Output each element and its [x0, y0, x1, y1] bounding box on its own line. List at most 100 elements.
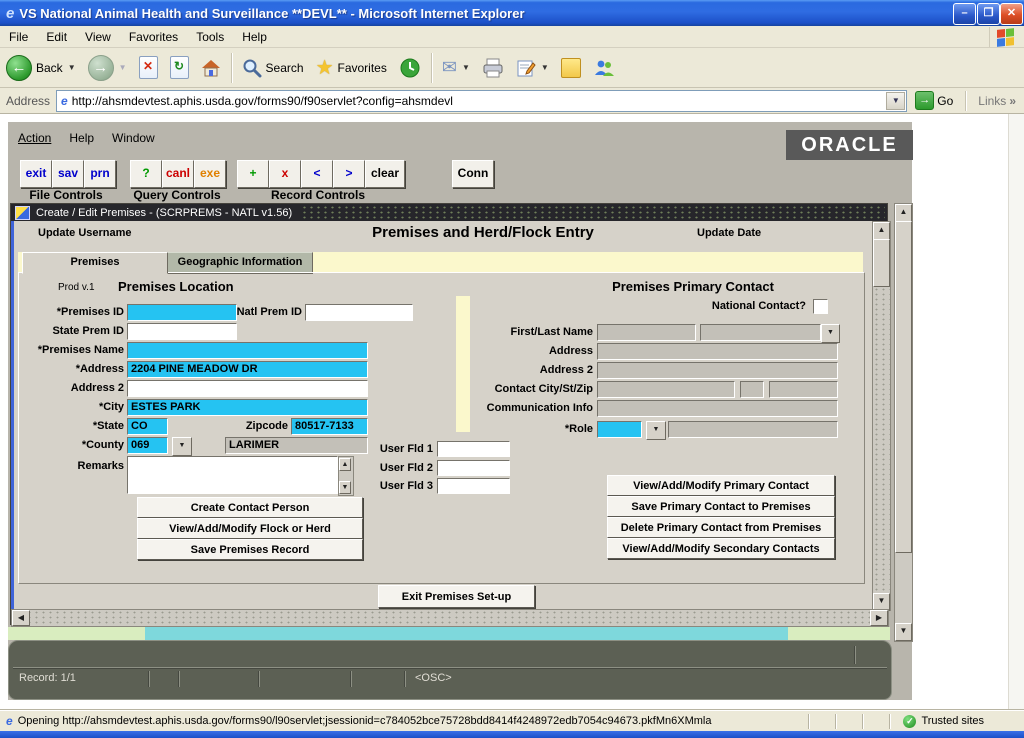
- edit-dropdown-icon[interactable]: ▼: [541, 63, 549, 72]
- menu-file[interactable]: File: [0, 27, 37, 47]
- restore-button[interactable]: ❐: [977, 3, 1000, 25]
- form-vertical-scrollbar[interactable]: ▲ ▼: [872, 221, 891, 611]
- address-dropdown-icon[interactable]: ▼: [886, 92, 905, 110]
- oracle-menu-window[interactable]: Window: [112, 131, 155, 145]
- stop-button[interactable]: ✕: [133, 54, 164, 81]
- mail-dropdown-icon[interactable]: ▼: [462, 63, 470, 72]
- applet-scroll-down-icon[interactable]: ▼: [895, 623, 912, 641]
- contact-last-name-field[interactable]: [700, 324, 821, 341]
- search-button[interactable]: Search: [236, 56, 310, 80]
- applet-bottom-scroll-strip[interactable]: [8, 627, 890, 640]
- record-next-button[interactable]: >: [333, 160, 365, 188]
- address2-field[interactable]: [127, 380, 368, 397]
- county-code-field[interactable]: 069: [127, 437, 168, 454]
- scroll-up-icon[interactable]: ▲: [873, 222, 890, 240]
- links-chevron-icon[interactable]: »: [1009, 94, 1016, 108]
- communication-info-field[interactable]: [597, 400, 838, 417]
- user-fld-2-field[interactable]: [437, 460, 510, 476]
- state-field[interactable]: CO: [127, 418, 168, 435]
- address-input[interactable]: e http://ahsmdevtest.aphis.usda.gov/form…: [56, 90, 907, 112]
- premises-name-field[interactable]: [127, 342, 368, 359]
- conn-button[interactable]: Conn: [452, 160, 494, 188]
- user-fld-3-field[interactable]: [437, 478, 510, 494]
- view-add-modify-primary-contact-button[interactable]: View/Add/Modify Primary Contact: [607, 475, 835, 496]
- remarks-field[interactable]: [127, 456, 338, 494]
- contact-state-field[interactable]: [740, 381, 764, 398]
- user-fld-1-field[interactable]: [437, 441, 510, 457]
- contact-city-field[interactable]: [597, 381, 735, 398]
- contact-address2-field[interactable]: [597, 362, 838, 379]
- address-field[interactable]: 2204 PINE MEADOW DR: [127, 361, 368, 378]
- menu-help[interactable]: Help: [233, 27, 276, 47]
- delete-primary-contact-button[interactable]: Delete Primary Contact from Premises: [607, 517, 835, 538]
- minimize-button[interactable]: –: [953, 3, 976, 25]
- city-field[interactable]: ESTES PARK: [127, 399, 368, 416]
- menu-view[interactable]: View: [76, 27, 120, 47]
- oracle-menu-action[interactable]: Action: [18, 131, 51, 145]
- exit-button[interactable]: exit: [20, 160, 52, 188]
- edit-button[interactable]: ▼: [510, 56, 555, 80]
- natl-prem-id-field[interactable]: [305, 304, 413, 321]
- mail-button[interactable]: ✉ ▼: [436, 55, 476, 80]
- role-dropdown-button[interactable]: ▼: [646, 421, 666, 440]
- query-execute-button[interactable]: exe: [194, 160, 226, 188]
- scroll-left-icon[interactable]: ◀: [12, 610, 30, 626]
- county-dropdown-button[interactable]: ▼: [172, 437, 192, 456]
- tab-geographic-information[interactable]: Geographic Information: [167, 252, 313, 274]
- contact-first-name-field[interactable]: [597, 324, 696, 341]
- query-cancel-button[interactable]: canl: [162, 160, 194, 188]
- record-delete-button[interactable]: x: [269, 160, 301, 188]
- premises-id-field[interactable]: [127, 304, 237, 321]
- applet-vscroll-thumb[interactable]: [895, 221, 912, 553]
- query-enter-button[interactable]: ?: [130, 160, 162, 188]
- oracle-logo: ORACLE: [786, 130, 913, 160]
- exit-premises-setup-button[interactable]: Exit Premises Set-up: [378, 585, 535, 608]
- vscroll-thumb[interactable]: [873, 239, 890, 287]
- remarks-scroll-up-icon[interactable]: ▲: [339, 458, 351, 471]
- record-clear-button[interactable]: clear: [365, 160, 405, 188]
- go-button[interactable]: → Go: [907, 91, 961, 110]
- record-add-button[interactable]: +: [237, 160, 269, 188]
- scroll-right-icon[interactable]: ▶: [870, 610, 888, 626]
- favorites-button[interactable]: ★ Favorites: [310, 53, 393, 82]
- home-button[interactable]: [195, 56, 227, 80]
- save-premises-record-button[interactable]: Save Premises Record: [137, 539, 363, 560]
- view-add-modify-flock-button[interactable]: View/Add/Modify Flock or Herd: [137, 518, 363, 539]
- save-primary-contact-button[interactable]: Save Primary Contact to Premises: [607, 496, 835, 517]
- remarks-scrollbar[interactable]: ▲ ▼: [338, 456, 354, 496]
- zipcode-field[interactable]: 80517-7133: [291, 418, 368, 435]
- print-record-button[interactable]: prn: [84, 160, 116, 188]
- strip-thumb[interactable]: [145, 627, 788, 640]
- menu-edit[interactable]: Edit: [37, 27, 76, 47]
- forward-button[interactable]: → ▼: [82, 53, 133, 83]
- tab-premises[interactable]: Premises: [22, 252, 168, 274]
- role-field[interactable]: [597, 421, 642, 438]
- form-window-titlebar[interactable]: Create / Edit Premises - (SCRPREMS - NAT…: [11, 204, 887, 221]
- notes-button[interactable]: [555, 56, 587, 80]
- create-contact-person-button[interactable]: Create Contact Person: [137, 497, 363, 518]
- menu-favorites[interactable]: Favorites: [120, 27, 187, 47]
- view-add-modify-secondary-contacts-button[interactable]: View/Add/Modify Secondary Contacts: [607, 538, 835, 559]
- history-button[interactable]: [393, 55, 427, 81]
- oracle-menu-help[interactable]: Help: [69, 131, 94, 145]
- applet-vertical-scrollbar[interactable]: ▲ ▼: [894, 203, 913, 642]
- national-contact-checkbox[interactable]: [813, 299, 828, 314]
- contact-zip-field[interactable]: [769, 381, 838, 398]
- applet-scroll-up-icon[interactable]: ▲: [895, 204, 912, 222]
- form-horizontal-scrollbar[interactable]: ◀ ▶: [11, 609, 889, 627]
- print-button[interactable]: [476, 56, 510, 80]
- browser-scrollbar-area: [1008, 114, 1024, 710]
- menu-tools[interactable]: Tools: [187, 27, 233, 47]
- state-prem-id-field[interactable]: [127, 323, 237, 340]
- record-prev-button[interactable]: <: [301, 160, 333, 188]
- remarks-scroll-down-icon[interactable]: ▼: [339, 481, 351, 494]
- save-button[interactable]: sav: [52, 160, 84, 188]
- contact-address-field[interactable]: [597, 343, 838, 360]
- links-button[interactable]: Links »: [970, 94, 1024, 108]
- contact-name-dropdown-button[interactable]: ▼: [821, 324, 840, 343]
- messenger-button[interactable]: [587, 56, 621, 80]
- back-button[interactable]: ← Back ▼: [0, 53, 82, 83]
- back-dropdown-icon[interactable]: ▼: [68, 63, 76, 72]
- refresh-button[interactable]: ↻: [164, 54, 195, 81]
- close-button[interactable]: ✕: [1000, 3, 1023, 25]
